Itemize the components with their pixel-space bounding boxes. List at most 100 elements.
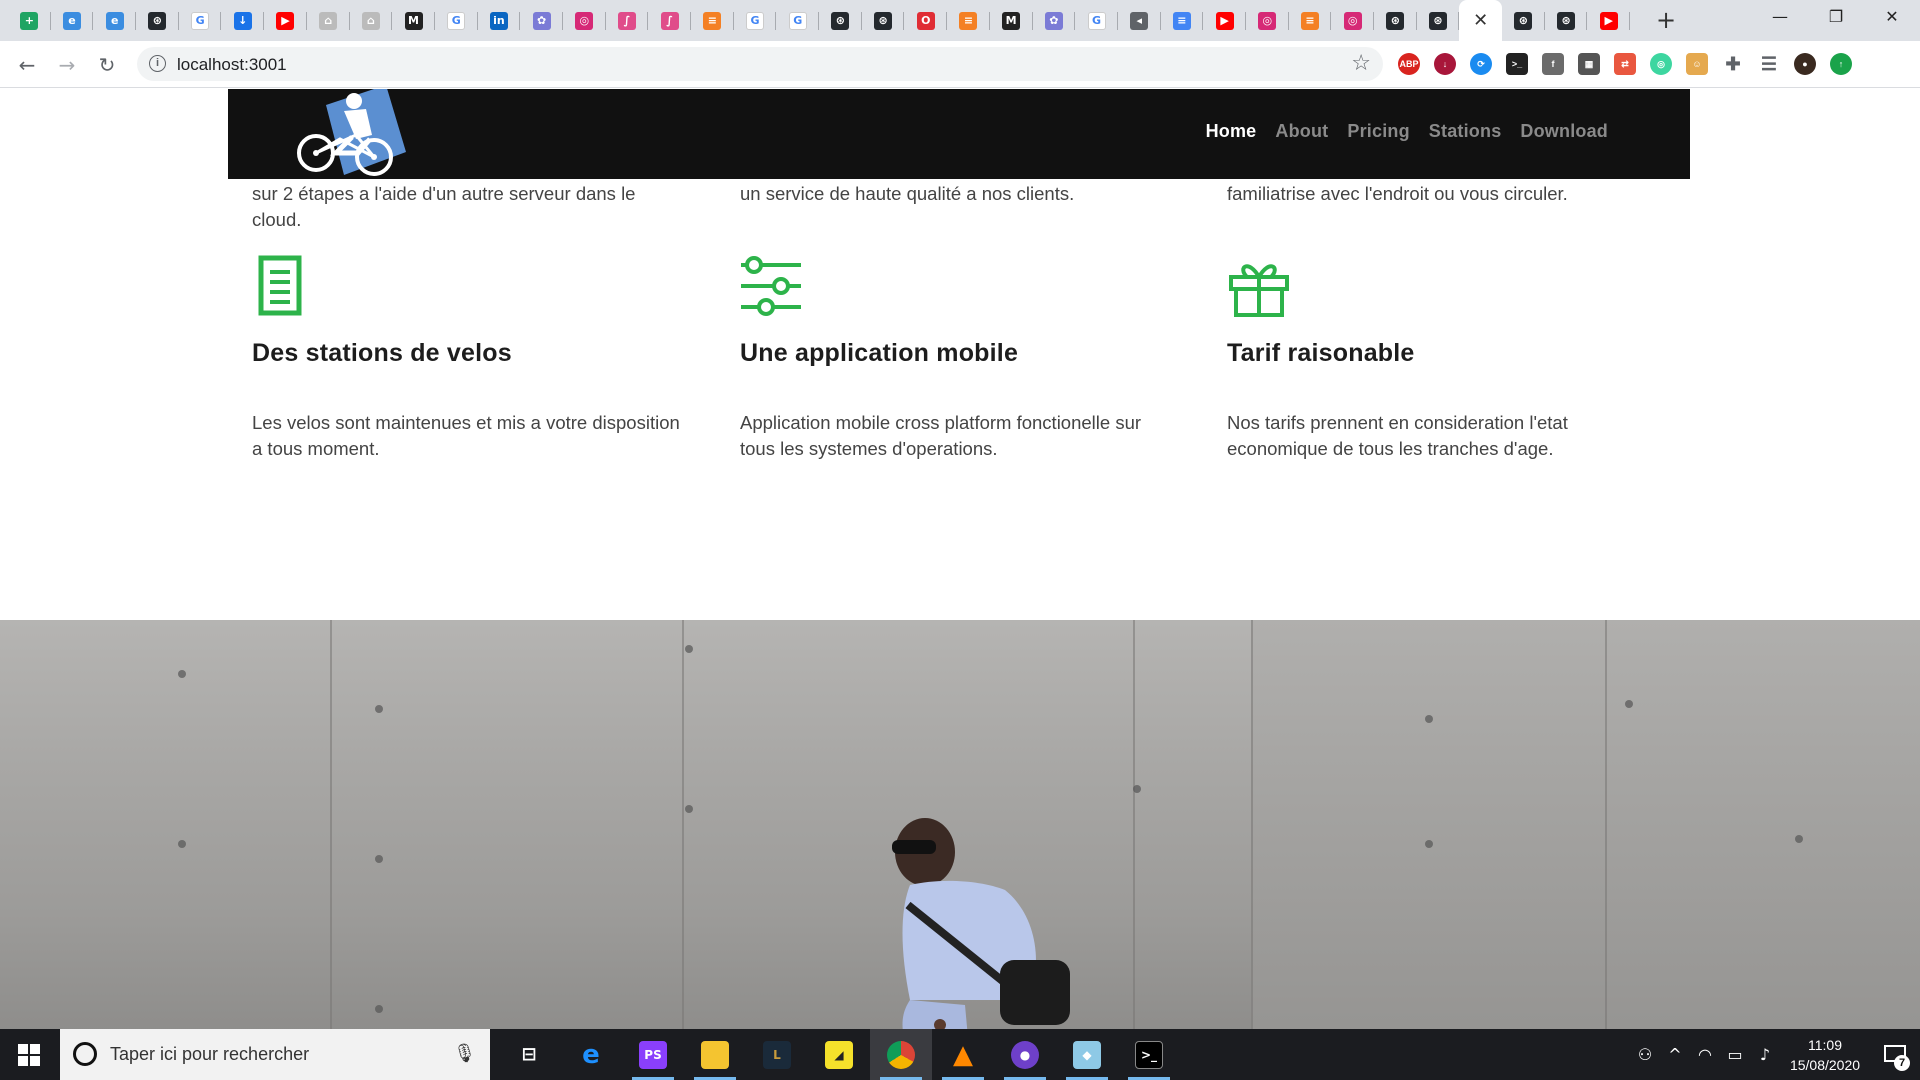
browser-tab[interactable]: ⊛ <box>862 0 905 41</box>
browser-tab[interactable]: ≡ <box>1161 0 1204 41</box>
taskbar-github-desktop[interactable]: ● <box>994 1029 1056 1080</box>
browser-tab[interactable]: e <box>93 0 136 41</box>
browser-tab[interactable]: ⊛ <box>136 0 179 41</box>
taskbar-phpstorm[interactable]: PS <box>622 1029 684 1080</box>
browser-tab[interactable]: ∫ <box>606 0 649 41</box>
sheets-favicon-icon: + <box>20 11 39 30</box>
keyboard-ext-icon[interactable]: ▦ <box>1578 53 1600 75</box>
browser-tab[interactable]: ◂ <box>1118 0 1161 41</box>
forward-button[interactable]: → <box>53 51 81 79</box>
close-window-button[interactable]: ✕ <box>1864 0 1920 32</box>
nav-link-pricing[interactable]: Pricing <box>1347 121 1409 142</box>
edge-icon: e <box>582 1039 600 1070</box>
reload-button[interactable]: ↻ <box>93 51 121 79</box>
puzzle-icon[interactable]: ✚ <box>1722 53 1744 75</box>
bookmark-star-icon[interactable]: ☆ <box>1351 51 1371 76</box>
browser-tab[interactable]: M <box>990 0 1033 41</box>
task-view-button[interactable]: ⊟ <box>498 1029 560 1080</box>
taskbar-sticky-notes[interactable]: ◢ <box>808 1029 870 1080</box>
active-tab[interactable]: ✕ <box>1459 0 1503 41</box>
bike-logo-icon[interactable] <box>296 89 406 182</box>
browser-tab[interactable]: ≡ <box>947 0 990 41</box>
browser-tab[interactable]: G <box>776 0 819 41</box>
minimize-button[interactable]: — <box>1752 0 1808 32</box>
wall-seam <box>330 620 332 1029</box>
people-icon[interactable]: ⚇ <box>1630 1045 1660 1064</box>
browser-tab[interactable]: ∫ <box>648 0 691 41</box>
url-text[interactable]: localhost:3001 <box>177 55 287 75</box>
face-ext-icon[interactable]: ☺ <box>1686 53 1708 75</box>
edge-favicon-icon: e <box>63 11 82 30</box>
browser-tab[interactable]: e <box>51 0 94 41</box>
nav-link-about[interactable]: About <box>1275 121 1328 142</box>
browser-tab[interactable]: ◎ <box>1331 0 1374 41</box>
update-icon[interactable]: ↑ <box>1830 53 1852 75</box>
browser-tab[interactable]: ✿ <box>1033 0 1076 41</box>
browser-tab[interactable]: ◎ <box>563 0 606 41</box>
green-ring-ext-icon[interactable]: ◎ <box>1650 53 1672 75</box>
adblock-icon[interactable]: ABP <box>1398 53 1420 75</box>
taskbar-edge[interactable]: e <box>560 1029 622 1080</box>
clock[interactable]: 11:09 15/08/2020 <box>1780 1035 1870 1075</box>
browser-tab[interactable]: M <box>392 0 435 41</box>
browser-tab[interactable]: ⊛ <box>1502 0 1545 41</box>
show-hidden-icon[interactable]: ^ <box>1660 1045 1690 1064</box>
browser-tab[interactable]: ✿ <box>520 0 563 41</box>
browser-tab[interactable]: ⊛ <box>1374 0 1417 41</box>
browser-tab[interactable]: ◎ <box>1246 0 1289 41</box>
share-ext-icon[interactable]: ⇄ <box>1614 53 1636 75</box>
intro-text-3: familiatrise avec l'endroit ou vous circ… <box>1227 183 1568 204</box>
back-button[interactable]: ← <box>13 51 41 79</box>
taskbar-vlc[interactable]: ▲ <box>932 1029 994 1080</box>
f-ext-icon[interactable]: f <box>1542 53 1564 75</box>
browser-tab[interactable]: ≡ <box>691 0 734 41</box>
browser-tab[interactable]: ▶ <box>1587 0 1630 41</box>
address-bar[interactable]: i localhost:3001 ☆ <box>137 47 1383 81</box>
profile-avatar[interactable]: ● <box>1794 53 1816 75</box>
download-ext-icon[interactable]: ↓ <box>1434 53 1456 75</box>
taskbar-league[interactable]: L <box>746 1029 808 1080</box>
circle-ext-icon[interactable]: ⟳ <box>1470 53 1492 75</box>
browser-tab[interactable]: ⊛ <box>819 0 862 41</box>
new-tab-button[interactable]: + <box>1652 8 1680 34</box>
browser-tab[interactable]: G <box>1075 0 1118 41</box>
terminal-ext-icon[interactable]: >_ <box>1506 53 1528 75</box>
browser-tab[interactable]: O <box>904 0 947 41</box>
nav-link-stations[interactable]: Stations <box>1429 121 1502 142</box>
battery-icon[interactable]: ▭ <box>1720 1045 1750 1064</box>
taskbar-explorer[interactable] <box>684 1029 746 1080</box>
restore-button[interactable]: ❐ <box>1808 0 1864 32</box>
nav-link-home[interactable]: Home <box>1206 121 1257 142</box>
volume-icon[interactable]: ♪ <box>1750 1045 1780 1064</box>
wall-dot <box>178 840 186 848</box>
stack-favicon-icon: ≡ <box>1300 11 1319 30</box>
browser-tab[interactable]: in <box>478 0 521 41</box>
browser-tab[interactable]: + <box>8 0 51 41</box>
browser-tab[interactable]: ⊛ <box>1545 0 1588 41</box>
taskbar-terminal[interactable]: >_ <box>1118 1029 1180 1080</box>
site-info-icon[interactable]: i <box>149 55 166 72</box>
browser-tab[interactable]: ▶ <box>264 0 307 41</box>
tab-strip: + e e ⊛ G ↓ ▶ ⌂ ⌂ M Gin ✿ ◎ ∫ ∫ ≡ G G ⊛ ⊛ O ≡ M ✿ G ◂ ≡ ▶ ◎ ≡ ◎ ⊛ ⊛ ✕ ⊛ ⊛ ▶ … <box>0 0 1920 41</box>
taskbar-search[interactable]: Taper ici pour rechercher 🎙 <box>60 1029 490 1080</box>
browser-tab[interactable]: ⌂ <box>307 0 350 41</box>
browser-tab[interactable]: ▶ <box>1203 0 1246 41</box>
browser-tab[interactable]: ⊛ <box>1417 0 1460 41</box>
nav-link-download[interactable]: Download <box>1520 121 1608 142</box>
site-navbar: Home About Pricing Stations Download <box>228 89 1690 179</box>
browser-tab[interactable]: G <box>179 0 222 41</box>
taskbar-virtualbox[interactable]: ◆ <box>1056 1029 1118 1080</box>
browser-tab[interactable]: ↓ <box>221 0 264 41</box>
browser-tab[interactable]: ≡ <box>1289 0 1332 41</box>
browser-tab[interactable]: G <box>734 0 777 41</box>
action-center-button[interactable]: 7 <box>1870 1029 1920 1080</box>
wifi-icon[interactable]: ◠ <box>1690 1045 1720 1064</box>
reading-list-icon[interactable]: ☰ <box>1758 53 1780 75</box>
start-button[interactable] <box>0 1029 58 1080</box>
browser-tab[interactable]: G <box>435 0 478 41</box>
mic-icon[interactable]: 🎙 <box>453 1043 476 1064</box>
browser-tab[interactable]: ⌂ <box>350 0 393 41</box>
close-tab-icon[interactable]: ✕ <box>1473 10 1488 31</box>
taskbar-chrome[interactable] <box>870 1029 932 1080</box>
gift-icon <box>1229 264 1289 317</box>
